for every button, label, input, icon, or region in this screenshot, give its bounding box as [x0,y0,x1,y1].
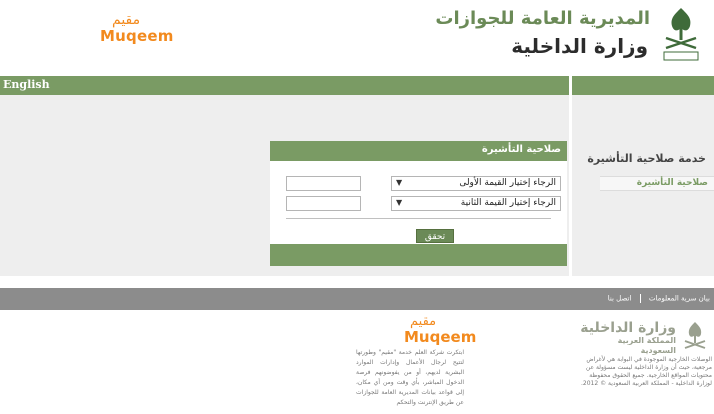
first-value-select-text: الرجاء إختيار القيمة الأولى [459,178,556,188]
muqeem-logo-arabic: مقيم [112,12,141,28]
muqeem-description: ابتكرت شركة العلم خدمة "مقيم" وطورتها لت… [356,349,464,406]
second-value-select[interactable]: الرجاء إختيار القيمة الثانية ▼ [391,196,561,211]
footer-emblem-icon [684,322,706,349]
form-title: صلاحية التأشيرة [481,144,561,155]
footer-link-separator [639,294,641,303]
footer-muqeem-english: Muqeem [404,328,477,346]
form-header: صلاحية التأشيرة [270,141,567,161]
first-value-input[interactable] [286,176,361,191]
saudi-emblem-icon[interactable] [658,4,704,64]
service-title: خدمة صلاحية التأشيرة [587,152,706,165]
english-language-link[interactable]: English [3,78,50,91]
footer-ministry-logo: وزارة الداخلية المملكة العربية السعودية [580,320,676,356]
footer-ministry-name: وزارة الداخلية [580,320,676,336]
top-nav-bar [0,76,569,95]
visa-validity-form: صلاحية التأشيرة الرجاء إختيار القيمة الأ… [270,141,567,266]
contact-us-link[interactable]: اتصل بنا [608,295,632,303]
verify-button[interactable]: تحقق [416,229,454,243]
column-divider [569,76,572,276]
directorate-title: المديرية العامة للجوازات [435,8,650,29]
sidebar-item-visa-validity[interactable]: صلاحية التأشيرة [600,176,714,191]
footer-muqeem-arabic: مقيم [410,314,437,329]
chevron-down-icon: ▼ [396,178,403,187]
top-nav-bar-right [572,76,714,95]
sidebar-item-label: صلاحية التأشيرة [636,178,708,188]
muqeem-logo-english: Muqeem [100,27,174,45]
second-value-input[interactable] [286,196,361,211]
footer-kingdom-name: المملكة العربية السعودية [617,336,676,355]
footer-disclaimer: الوصلات الخارجية الموجودة في البوابة هي … [580,356,712,387]
form-footer [270,244,567,266]
footer-links: بيان سرية المعلومات اتصل بنا [608,294,710,303]
form-divider [286,218,551,219]
muqeem-logo[interactable]: مقيم Muqeem [100,12,174,45]
chevron-down-icon: ▼ [396,198,403,207]
privacy-statement-link[interactable]: بيان سرية المعلومات [649,295,710,303]
second-value-select-text: الرجاء إختيار القيمة الثانية [460,198,556,208]
footer-muqeem-logo[interactable]: مقيم Muqeem [404,314,477,346]
first-value-select[interactable]: الرجاء إختيار القيمة الأولى ▼ [391,176,561,191]
ministry-title: وزارة الداخلية [511,34,648,58]
page-header: مقيم Muqeem المديرية العامة للجوازات وزا… [0,0,714,75]
